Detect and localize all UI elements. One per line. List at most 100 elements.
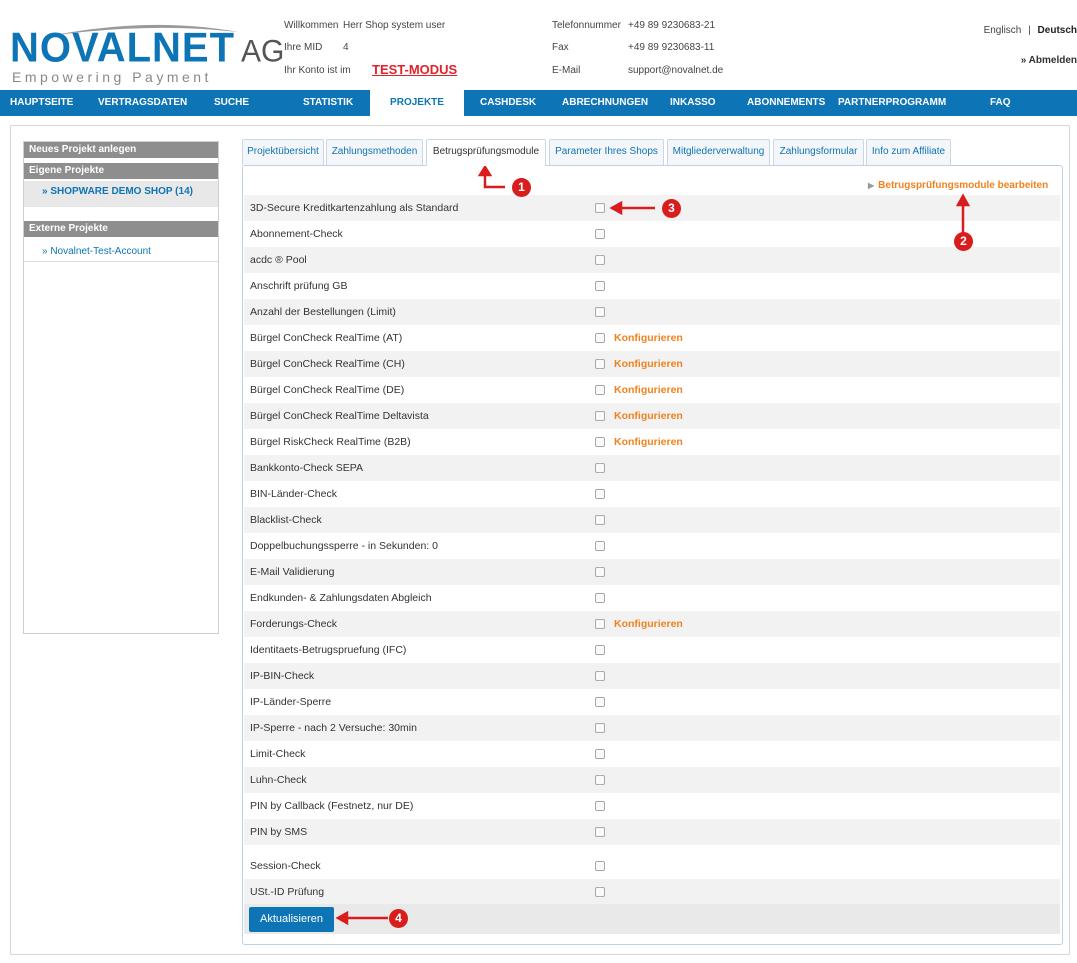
module-row: Forderungs-Check Konfigurieren — [244, 611, 1060, 637]
module-checkbox[interactable] — [595, 827, 605, 837]
module-checkbox[interactable] — [595, 775, 605, 785]
module-checkbox[interactable] — [595, 229, 605, 239]
nav-hauptseite[interactable]: HAUPTSEITE — [10, 90, 73, 116]
lang-english-link[interactable]: Englisch — [984, 25, 1022, 36]
sidebar-item-shopware-demo-shop[interactable]: » SHOPWARE DEMO SHOP (14) — [24, 181, 218, 207]
module-checkbox[interactable] — [595, 255, 605, 265]
module-row: Bürgel ConCheck RealTime (DE) Konfigurier… — [244, 377, 1060, 403]
module-checkbox[interactable] — [595, 489, 605, 499]
nav-cashdesk[interactable]: CASHDESK — [480, 90, 536, 116]
module-row: PIN by Callback (Festnetz, nur DE) — [244, 793, 1060, 819]
nav-partnerprogramm[interactable]: PARTNERPROGRAMM — [838, 90, 946, 116]
module-label: Bürgel ConCheck RealTime (AT) — [250, 332, 403, 344]
module-checkbox[interactable] — [595, 697, 605, 707]
module-checkbox[interactable] — [595, 307, 605, 317]
module-checkbox[interactable] — [595, 723, 605, 733]
triangle-right-icon: ▶ — [868, 181, 875, 190]
module-label: Anzahl der Bestellungen (Limit) — [250, 306, 396, 318]
module-checkbox[interactable] — [595, 359, 605, 369]
tab-zahlungsformular[interactable]: Zahlungsformular — [773, 139, 864, 165]
module-label: BIN-Länder-Check — [250, 488, 337, 500]
phone-value: +49 89 9230683-21 — [628, 20, 716, 31]
tab-info-zum-affiliate[interactable]: Info zum Affiliate — [866, 139, 951, 165]
language-switcher: Englisch | Deutsch — [984, 25, 1077, 36]
module-checkbox[interactable] — [595, 593, 605, 603]
phone-label: Telefonnummer — [552, 20, 621, 31]
module-checkbox[interactable] — [595, 333, 605, 343]
annotation-marker-4: 4 — [389, 909, 408, 928]
module-row: Limit-Check — [244, 741, 1060, 767]
nav-faq[interactable]: FAQ — [990, 90, 1011, 116]
module-checkbox[interactable] — [595, 515, 605, 525]
edit-modules-link[interactable]: ▶ Betrugsprüfungsmodule bearbeiten — [868, 180, 1048, 191]
module-label: Limit-Check — [250, 748, 306, 760]
configure-link[interactable]: Konfigurieren — [614, 611, 683, 637]
external-projects-heading: Externe Projekte — [24, 221, 218, 237]
annotation-marker-2: 2 — [954, 232, 973, 251]
module-checkbox[interactable] — [595, 463, 605, 473]
module-label: 3D-Secure Kreditkartenzahlung als Standa… — [250, 202, 459, 214]
configure-link[interactable]: Konfigurieren — [614, 429, 683, 455]
module-label: Bürgel ConCheck RealTime (DE) — [250, 384, 405, 396]
module-label: Bürgel ConCheck RealTime (CH) — [250, 358, 405, 370]
update-button[interactable]: Aktualisieren — [249, 907, 334, 932]
nav-statistik[interactable]: STATISTIK — [303, 90, 353, 116]
test-mode-badge: TEST-MODUS — [372, 62, 458, 77]
email-value[interactable]: support@novalnet.de — [628, 65, 723, 76]
nav-inkasso[interactable]: INKASSO — [670, 90, 716, 116]
module-row: Blacklist-Check — [244, 507, 1060, 533]
module-checkbox[interactable] — [595, 567, 605, 577]
configure-link[interactable]: Konfigurieren — [614, 403, 683, 429]
tab-parameter-ihres-shops[interactable]: Parameter Ihres Shops — [549, 139, 664, 165]
mid-label: Ihre MID — [284, 42, 323, 53]
nav-abonnements[interactable]: ABONNEMENTS — [747, 90, 825, 116]
module-checkbox[interactable] — [595, 749, 605, 759]
brand-suffix: AG — [241, 34, 285, 69]
nav-abrechnungen[interactable]: ABRECHNUNGEN — [562, 90, 648, 116]
tab-zahlungsmethoden[interactable]: Zahlungsmethoden — [326, 139, 423, 165]
project-sidebar: Neues Projekt anlegen Eigene Projekte » … — [23, 141, 219, 634]
module-label: USt.-ID Prüfung — [250, 886, 325, 898]
main-nav: HAUPTSEITE VERTRAGSDATEN SUCHE STATISTIK… — [0, 90, 1077, 120]
configure-link[interactable]: Konfigurieren — [614, 325, 683, 351]
module-checkbox[interactable] — [595, 671, 605, 681]
module-row: PIN by SMS — [244, 819, 1060, 845]
tab-projektuebersicht[interactable]: Projektübersicht — [242, 139, 324, 165]
tab-betrugspruefungsmodule[interactable]: Betrugsprüfungsmodule — [426, 139, 546, 166]
module-row: USt.-ID Prüfung — [244, 879, 1060, 905]
module-checkbox[interactable] — [595, 437, 605, 447]
module-label: IP-Sperre - nach 2 Versuche: 30min — [250, 722, 417, 734]
module-label: Bürgel ConCheck RealTime Deltavista — [250, 410, 429, 422]
module-label: IP-BIN-Check — [250, 670, 315, 682]
module-row: Bürgel ConCheck RealTime Deltavista Konfi… — [244, 403, 1060, 429]
configure-link[interactable]: Konfigurieren — [614, 377, 683, 403]
module-checkbox[interactable] — [595, 645, 605, 655]
mode-label: Ihr Konto ist im — [284, 65, 351, 76]
annotation-marker-3: 3 — [662, 199, 681, 218]
module-checkbox[interactable] — [595, 541, 605, 551]
module-checkbox[interactable] — [595, 203, 605, 213]
module-row: BIN-Länder-Check — [244, 481, 1060, 507]
module-checkbox[interactable] — [595, 411, 605, 421]
lang-german-link[interactable]: Deutsch — [1038, 25, 1077, 36]
module-checkbox[interactable] — [595, 281, 605, 291]
logout-link[interactable]: » Abmelden — [1021, 55, 1077, 66]
nav-suche[interactable]: SUCHE — [214, 90, 249, 116]
brand-tagline: Empowering Payment — [12, 69, 212, 85]
module-checkbox[interactable] — [595, 801, 605, 811]
new-project-link[interactable]: Neues Projekt anlegen — [24, 142, 218, 158]
configure-link[interactable]: Konfigurieren — [614, 351, 683, 377]
nav-vertragsdaten[interactable]: VERTRAGSDATEN — [98, 90, 187, 116]
sidebar-item-novalnet-test-account[interactable]: » Novalnet-Test-Account — [24, 242, 218, 262]
module-row: Doppelbuchungssperre - in Sekunden: 0 — [244, 533, 1060, 559]
module-row: Anzahl der Bestellungen (Limit) — [244, 299, 1060, 325]
tab-mitgliederverwaltung[interactable]: Mitgliederverwaltung — [667, 139, 770, 165]
module-checkbox[interactable] — [595, 619, 605, 629]
module-label: PIN by SMS — [250, 826, 308, 838]
novalnet-logo[interactable]: NOVALNET AG Empowering Payment — [10, 22, 284, 86]
module-row: Bürgel ConCheck RealTime (CH) Konfigurier… — [244, 351, 1060, 377]
module-checkbox[interactable] — [595, 861, 605, 871]
module-checkbox[interactable] — [595, 385, 605, 395]
nav-projekte[interactable]: PROJEKTE — [370, 90, 464, 120]
module-checkbox[interactable] — [595, 887, 605, 897]
